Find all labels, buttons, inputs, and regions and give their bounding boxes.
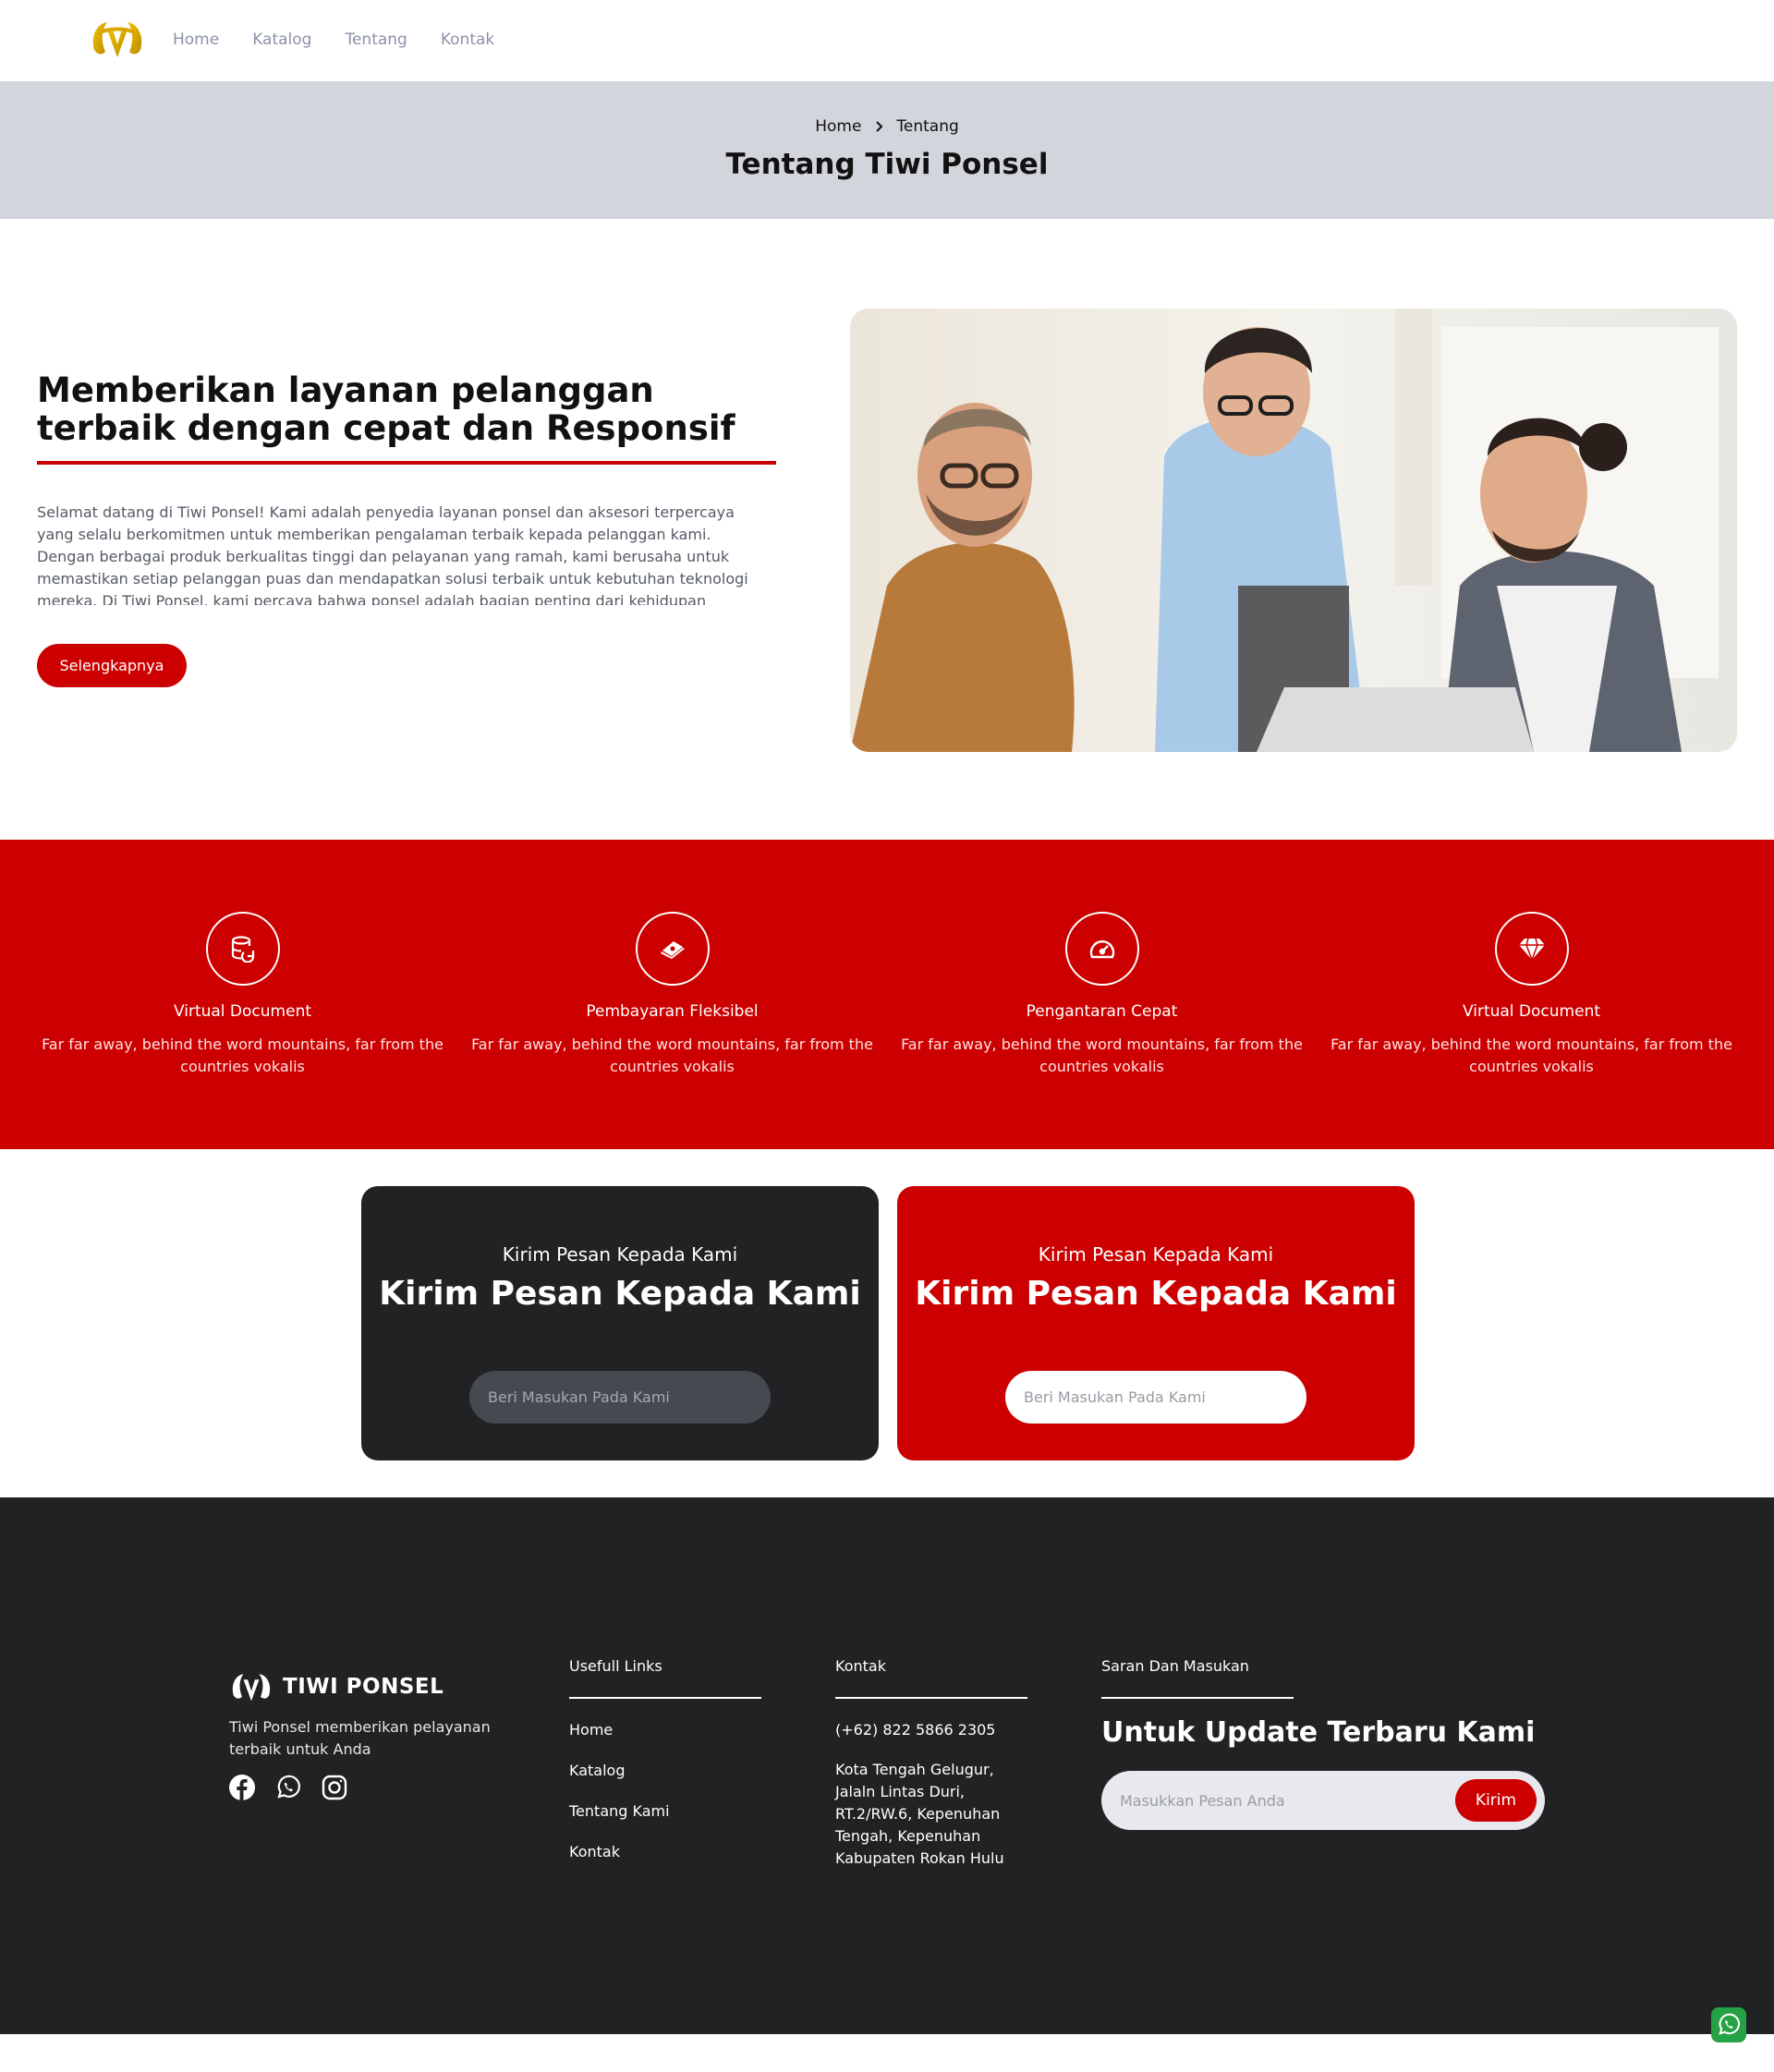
team-photo <box>850 309 1737 752</box>
features-section: Virtual Document Far far away, behind th… <box>0 840 1774 1149</box>
footer-link-tentang[interactable]: Tentang Kami <box>569 1800 670 1823</box>
speedometer-icon <box>1064 912 1139 986</box>
feature-desc: Far far away, behind the word mountains,… <box>42 1036 444 1075</box>
footer-logo[interactable]: TIWI PONSEL <box>229 1668 444 1705</box>
feature-title: Virtual Document <box>173 1002 312 1021</box>
tiwi-ponsel-logo <box>232 1674 271 1702</box>
footer: TIWI PONSEL Tiwi Ponsel memberikan pelay… <box>0 1497 1774 2034</box>
feature-item: Virtual Document Far far away, behind th… <box>28 912 457 1078</box>
facebook-icon[interactable] <box>229 1775 255 1800</box>
contact-phone[interactable]: (+62) 822 5866 2305 <box>835 1719 995 1741</box>
whatsapp-icon <box>1719 2013 1740 2035</box>
whatsapp-icon[interactable] <box>275 1775 301 1800</box>
breadcrumb: Home Tentang <box>0 117 1774 136</box>
card-title: Kirim Pesan Kepada Kami <box>915 1275 1397 1313</box>
feature-desc: Far far away, behind the word mountains,… <box>1330 1036 1732 1075</box>
read-more-button[interactable]: Selengkapnya <box>37 644 187 687</box>
card-subtitle: Kirim Pesan Kepada Kami <box>502 1243 738 1266</box>
database-icon <box>205 912 280 986</box>
feature-item: Pengantaran Cepat Far far away, behind t… <box>887 912 1317 1078</box>
feature-title: Virtual Document <box>1462 1002 1601 1021</box>
diamond-icon <box>1494 912 1569 986</box>
breadcrumb-home[interactable]: Home <box>815 117 861 136</box>
feature-item: Pembayaran Fleksibel Far far away, behin… <box>457 912 887 1078</box>
nav-katalog[interactable]: Katalog <box>252 29 311 51</box>
feedback-title: Saran Dan Masukan <box>1101 1657 1249 1675</box>
navbar: Home Katalog Tentang Kontak <box>0 0 1774 81</box>
social-links <box>229 1775 347 1800</box>
breadcrumb-current: Tentang <box>896 117 959 136</box>
about-heading: Memberikan layanan pelanggan terbaik den… <box>37 370 735 448</box>
nav-home[interactable]: Home <box>173 29 219 51</box>
money-icon <box>635 912 710 986</box>
footer-link-katalog[interactable]: Katalog <box>569 1760 670 1782</box>
instagram-icon[interactable] <box>322 1775 347 1800</box>
page-hero: Home Tentang Tentang Tiwi Ponsel <box>0 81 1774 219</box>
about-text: Selamat datang di Tiwi Ponsel! Kami adal… <box>37 503 748 605</box>
subscribe-button[interactable]: Kirim <box>1455 1779 1537 1822</box>
card-subtitle: Kirim Pesan Kepada Kami <box>1038 1243 1274 1266</box>
subscribe-form: Kirim <box>1101 1771 1545 1830</box>
feature-title: Pengantaran Cepat <box>1026 1002 1178 1021</box>
message-card-red: Kirim Pesan Kepada Kami Kirim Pesan Kepa… <box>897 1186 1415 1460</box>
heading-underline <box>37 461 776 465</box>
footer-link-home[interactable]: Home <box>569 1719 670 1741</box>
feature-item: Virtual Document Far far away, behind th… <box>1317 912 1746 1078</box>
links-divider <box>569 1697 761 1699</box>
tiwi-ponsel-logo[interactable] <box>89 13 146 67</box>
footer-brand: TIWI PONSEL <box>283 1675 444 1699</box>
update-title: Untuk Update Terbaru Kami <box>1101 1716 1536 1749</box>
nav-tentang[interactable]: Tentang <box>345 29 407 51</box>
footer-tagline: Tiwi Ponsel memberikan pelayanan terbaik… <box>229 1718 491 1758</box>
links-title: Usefull Links <box>569 1657 662 1675</box>
feature-desc: Far far away, behind the word mountains,… <box>471 1036 873 1075</box>
subscribe-input[interactable] <box>1120 1786 1425 1815</box>
footer-links: Home Katalog Tentang Kami Kontak <box>569 1719 670 1863</box>
feedback-input[interactable] <box>469 1371 771 1424</box>
feedback-input[interactable] <box>1005 1371 1306 1424</box>
floating-whatsapp-button[interactable] <box>1711 2007 1746 2042</box>
footer-link-kontak[interactable]: Kontak <box>569 1841 670 1863</box>
contact-address: Kota Tengah Gelugur, Jalaln Lintas Duri,… <box>835 1761 1004 1867</box>
page-title: Tentang Tiwi Ponsel <box>725 148 1049 181</box>
card-title: Kirim Pesan Kepada Kami <box>379 1275 861 1313</box>
nav-kontak[interactable]: Kontak <box>441 29 494 51</box>
main-nav: Home Katalog Tentang Kontak <box>173 29 528 51</box>
chevron-right-icon <box>876 121 883 132</box>
feature-title: Pembayaran Fleksibel <box>586 1002 759 1021</box>
contact-divider <box>835 1697 1027 1699</box>
contact-title: Kontak <box>835 1657 886 1675</box>
feedback-divider <box>1101 1697 1294 1699</box>
feature-desc: Far far away, behind the word mountains,… <box>901 1036 1303 1075</box>
message-card-dark: Kirim Pesan Kepada Kami Kirim Pesan Kepa… <box>361 1186 879 1460</box>
